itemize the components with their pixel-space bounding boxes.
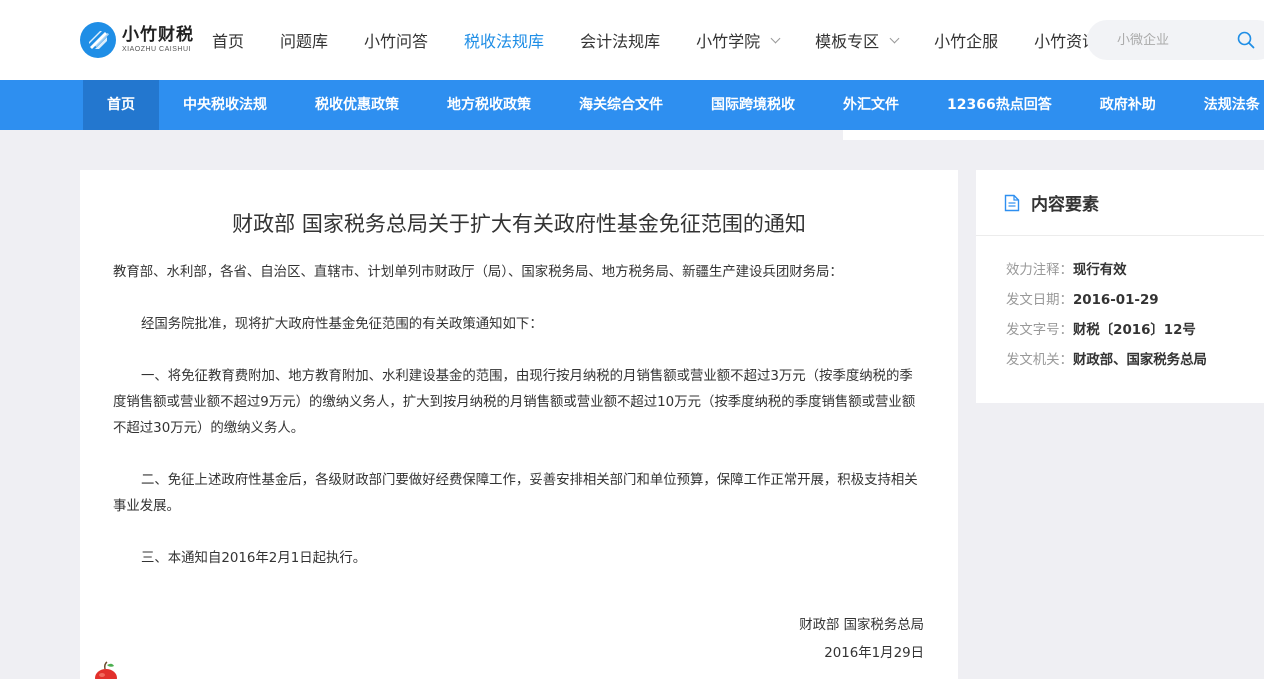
panel-header: 内容要素 bbox=[976, 170, 1264, 236]
list-item: 发文字号：财税〔2016〕12号 bbox=[1006, 318, 1207, 348]
topnav-label: 模板专区 bbox=[815, 32, 880, 51]
article-addressee: 教育部、水利部，各省、自治区、直辖市、计划单列市财政厅（局）、国家税务局、地方税… bbox=[113, 265, 843, 280]
topnav-label: 小竹学院 bbox=[696, 32, 761, 51]
list-item: 效力注释：现行有效 bbox=[1006, 258, 1207, 288]
category-tab-home[interactable]: 首页 bbox=[83, 80, 159, 130]
category-tab-forex[interactable]: 外汇文件 bbox=[819, 80, 923, 130]
article-title: 财政部 国家税务总局关于扩大有关政府性基金免征范围的通知 bbox=[232, 212, 806, 236]
search-input[interactable] bbox=[1117, 32, 1227, 48]
dropdown-strip bbox=[843, 130, 1264, 140]
element-key: 发文字号： bbox=[1006, 323, 1073, 338]
topnav-label: 首页 bbox=[212, 32, 245, 51]
topnav-question-bank[interactable]: 问题库 bbox=[280, 28, 328, 52]
article-item-3: 三、本通知自2016年2月1日起执行。 bbox=[141, 551, 367, 566]
category-navigation: 首页 中央税收法规 税收优惠政策 地方税收政策 海关综合文件 国际跨境税收 外汇… bbox=[0, 80, 1264, 130]
article-body: 教育部、水利部，各省、自治区、直辖市、计划单列市财政厅（局）、国家税务局、地方税… bbox=[113, 260, 925, 572]
site-logo[interactable]: 小竹财税 XIAOZHU CAISHUI bbox=[80, 21, 194, 59]
category-tab-local-tax[interactable]: 地方税收政策 bbox=[423, 80, 555, 130]
element-key: 发文日期： bbox=[1006, 293, 1073, 308]
topnav-home[interactable]: 首页 bbox=[212, 28, 244, 52]
logo-name-cn: 小竹财税 bbox=[122, 25, 194, 45]
search-icon[interactable] bbox=[1237, 31, 1255, 49]
element-key: 发文机关： bbox=[1006, 353, 1073, 368]
category-tab-regulations[interactable]: 法规法条 bbox=[1180, 80, 1264, 130]
article-item-1: 一、将免征教育费附加、地方教育附加、水利建设基金的范围，由现行按月纳税的月销售额… bbox=[113, 369, 916, 436]
search-box bbox=[1087, 20, 1264, 60]
category-tab-subsidy[interactable]: 政府补助 bbox=[1076, 80, 1180, 130]
panel-title: 内容要素 bbox=[1031, 195, 1099, 215]
article-signer: 财政部 国家税务总局 bbox=[799, 618, 924, 633]
category-tab-12366[interactable]: 12366热点回答 bbox=[923, 80, 1076, 130]
article-date: 2016年1月29日 bbox=[824, 646, 924, 661]
list-item: 发文机关：财政部、国家税务总局 bbox=[1006, 348, 1207, 378]
document-icon bbox=[1004, 194, 1020, 211]
element-value: 2016-01-29 bbox=[1072, 293, 1159, 308]
logo-name-en: XIAOZHU CAISHUI bbox=[122, 46, 191, 53]
top-header: 小竹财税 XIAOZHU CAISHUI 首页 问题库 小竹问答 税收法规库 会… bbox=[0, 0, 1264, 80]
topnav-label: 小竹企服 bbox=[934, 32, 999, 51]
elements-list: 效力注释：现行有效 发文日期：2016-01-29 发文字号：财税〔2016〕1… bbox=[1006, 258, 1207, 378]
category-tab-tax-incentives[interactable]: 税收优惠政策 bbox=[291, 80, 423, 130]
article-panel: 财政部 国家税务总局关于扩大有关政府性基金免征范围的通知 教育部、水利部，各省、… bbox=[80, 170, 958, 679]
top-navigation: 首页 问题库 小竹问答 税收法规库 会计法规库 小竹学院 模板专区 小竹企服 小… bbox=[212, 0, 1153, 80]
category-tab-international-tax[interactable]: 国际跨境税收 bbox=[687, 80, 819, 130]
topnav-accounting-law-library[interactable]: 会计法规库 bbox=[580, 28, 660, 52]
topnav-label: 税收法规库 bbox=[464, 32, 545, 51]
element-value: 财政部、国家税务总局 bbox=[1072, 353, 1207, 368]
logo-mark-icon bbox=[80, 22, 116, 58]
topnav-label: 小竹问答 bbox=[364, 32, 429, 51]
category-tab-central-tax[interactable]: 中央税收法规 bbox=[159, 80, 291, 130]
element-value: 现行有效 bbox=[1072, 263, 1127, 278]
content-elements-panel: 内容要素 效力注释：现行有效 发文日期：2016-01-29 发文字号：财税〔2… bbox=[976, 170, 1264, 403]
article-item-2: 二、免征上述政府性基金后，各级财政部门要做好经费保障工作，妥善安排相关部门和单位… bbox=[113, 473, 918, 514]
topnav-qa[interactable]: 小竹问答 bbox=[364, 28, 428, 52]
list-item: 发文日期：2016-01-29 bbox=[1006, 288, 1207, 318]
topnav-academy[interactable]: 小竹学院 bbox=[696, 28, 781, 52]
topnav-enterprise-service[interactable]: 小竹企服 bbox=[934, 28, 998, 52]
topnav-label: 会计法规库 bbox=[580, 32, 661, 51]
topnav-templates[interactable]: 模板专区 bbox=[815, 28, 900, 52]
chevron-down-icon bbox=[770, 33, 781, 43]
chevron-down-icon bbox=[889, 33, 900, 43]
topnav-tax-law-library[interactable]: 税收法规库 bbox=[464, 28, 544, 52]
element-key: 效力注释： bbox=[1006, 263, 1073, 278]
topnav-label: 问题库 bbox=[280, 32, 329, 51]
article-intro: 经国务院批准，现将扩大政府性基金免征范围的有关政策通知如下： bbox=[141, 317, 543, 332]
element-value: 财税〔2016〕12号 bbox=[1072, 323, 1196, 338]
category-tab-customs[interactable]: 海关综合文件 bbox=[555, 80, 687, 130]
apple-icon[interactable] bbox=[92, 660, 120, 679]
